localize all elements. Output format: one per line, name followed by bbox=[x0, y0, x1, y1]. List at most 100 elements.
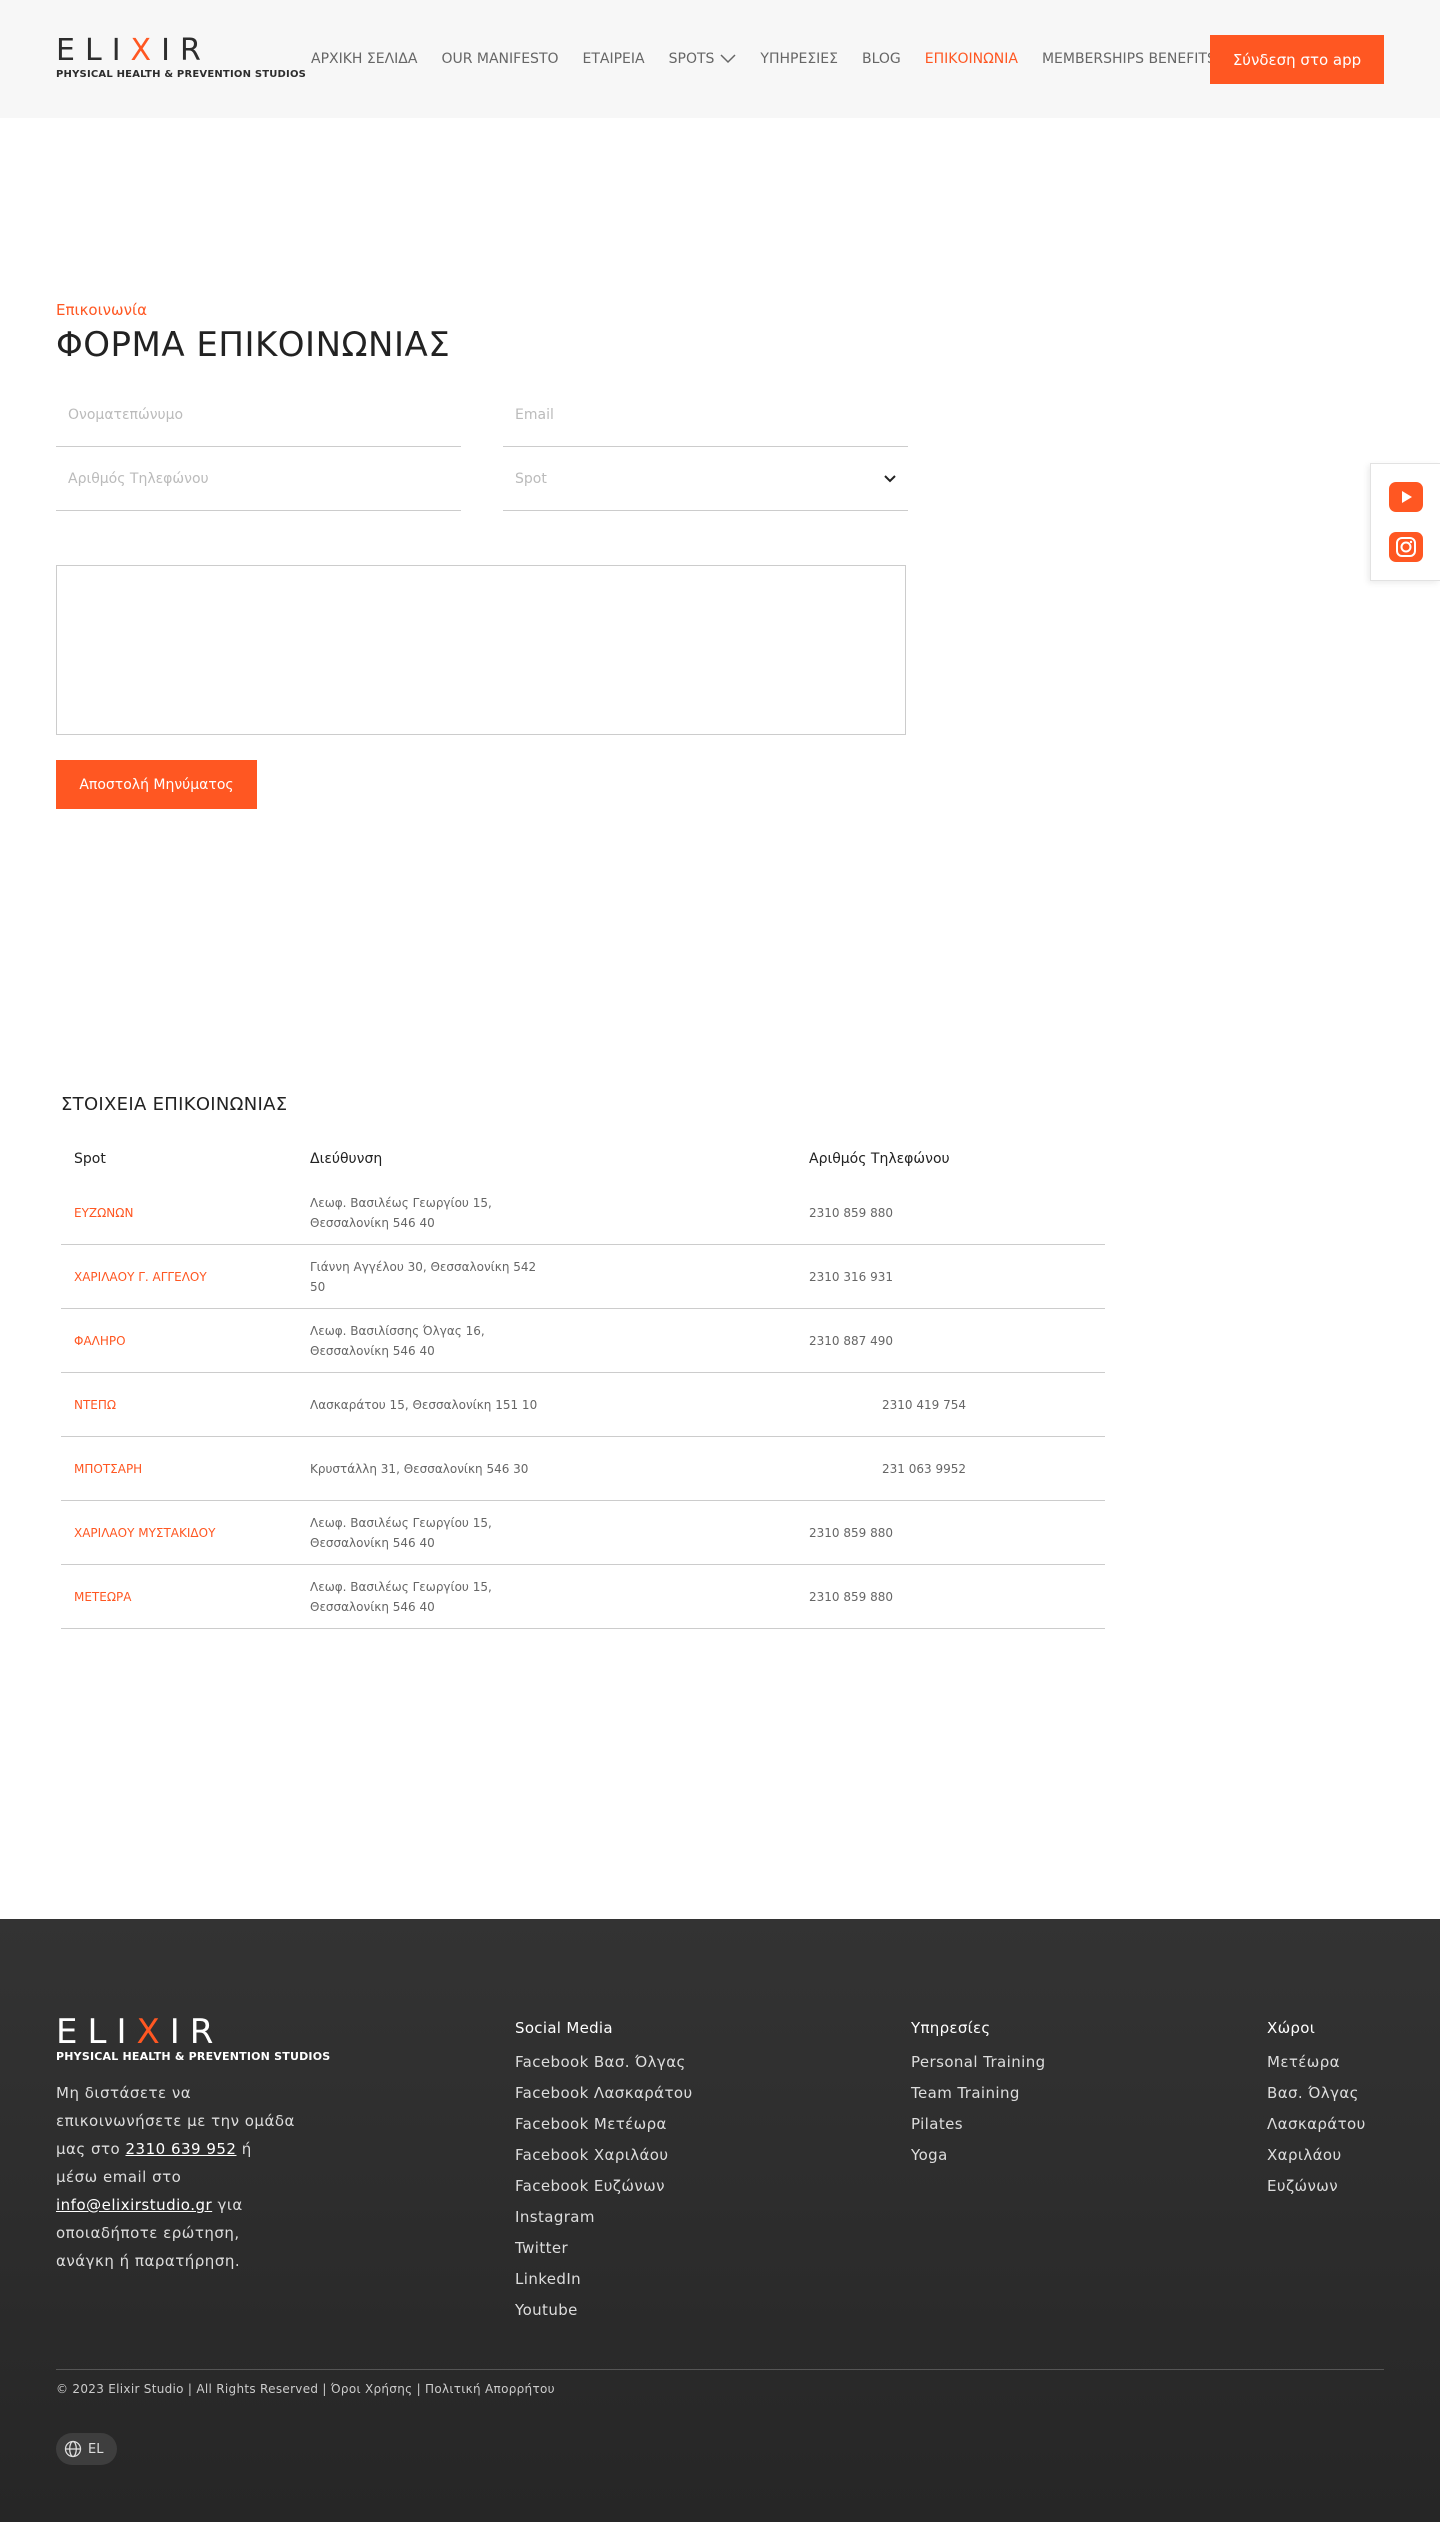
side-social-bar bbox=[1370, 463, 1440, 581]
footer-link[interactable]: Team Training bbox=[911, 2084, 1046, 2102]
footer-link[interactable]: LinkedIn bbox=[515, 2270, 693, 2288]
chevron-down-icon bbox=[884, 474, 896, 482]
email-field[interactable]: Email bbox=[503, 383, 908, 447]
table-row: ΝΤΕΠΩ Λασκαράτου 15, Θεσσαλονίκη 151 10 … bbox=[61, 1373, 1105, 1437]
phone-placeholder: Αριθμός Τηλεφώνου bbox=[68, 470, 209, 487]
table-row: ΕΥΖΩΝΩΝ Λεωφ. Βασιλέως Γεωργίου 15, Θεσσ… bbox=[61, 1181, 1105, 1245]
footer-divider bbox=[56, 2369, 1384, 2370]
footer-logo[interactable]: E L I X I R PHYSICAL HEALTH & PREVENTION… bbox=[56, 2012, 331, 2063]
nav-spots-label: SPOTS bbox=[668, 51, 715, 67]
language-label: EL bbox=[88, 2441, 104, 2457]
main-nav: ΑΡΧΙΚΗ ΣΕΛΙΔΑ OUR MANIFESTO ΕΤΑΙΡΕΙΑ SPO… bbox=[311, 51, 1240, 67]
spot-address: Λεωφ. Βασιλέως Γεωργίου 15, Θεσσαλονίκη … bbox=[310, 1195, 492, 1230]
spot-name[interactable]: ΜΠΟΤΣΑΡΗ bbox=[61, 1462, 310, 1476]
nav-company[interactable]: ΕΤΑΙΡΕΙΑ bbox=[583, 51, 645, 67]
contact-form: Ονοματεπώνυμο Email Αριθμός Τηλεφώνου Sp… bbox=[56, 383, 908, 511]
chevron-down-icon bbox=[720, 54, 736, 64]
footer-link[interactable]: Twitter bbox=[515, 2239, 693, 2257]
table-header: Spot Διεύθυνση Αριθμός Τηλεφώνου bbox=[61, 1137, 1105, 1181]
footer-link[interactable]: Μετέωρα bbox=[1267, 2053, 1366, 2071]
spot-phone: 2310 859 880 bbox=[809, 1589, 893, 1604]
header-address: Διεύθυνση bbox=[310, 1151, 383, 1167]
footer-link[interactable]: Facebook Μετέωρα bbox=[515, 2115, 693, 2133]
nav-spots[interactable]: SPOTS bbox=[669, 51, 737, 67]
logo-wordmark: E L I X I R bbox=[56, 33, 205, 68]
nav-manifesto[interactable]: OUR MANIFESTO bbox=[441, 51, 558, 67]
footer-link[interactable]: Facebook Ευζώνων bbox=[515, 2177, 693, 2195]
footer-link[interactable]: Βασ. Όλγας bbox=[1267, 2084, 1366, 2102]
app-login-button[interactable]: Σύνδεση στο app bbox=[1210, 35, 1384, 84]
spot-phone: 2310 887 490 bbox=[809, 1333, 893, 1348]
footer-link[interactable]: Youtube bbox=[515, 2301, 693, 2319]
footer-social-title: Social Media bbox=[515, 2019, 613, 2037]
footer-link[interactable]: Personal Training bbox=[911, 2053, 1046, 2071]
footer-description: Μη διστάσετε να επικοινωνήσετε με την ομ… bbox=[56, 2084, 295, 2270]
spot-select[interactable]: Spot bbox=[503, 447, 908, 511]
table-row: ΜΕΤΕΩΡΑ Λεωφ. Βασιλέως Γεωργίου 15, Θεσσ… bbox=[61, 1565, 1105, 1629]
globe-icon bbox=[64, 2440, 82, 2458]
spot-phone: 2310 419 754 bbox=[882, 1397, 966, 1412]
spot-name[interactable]: ΜΕΤΕΩΡΑ bbox=[61, 1590, 310, 1604]
spot-address: Λεωφ. Βασιλέως Γεωργίου 15, Θεσσαλονίκη … bbox=[310, 1579, 492, 1614]
spot-phone: 2310 859 880 bbox=[809, 1205, 893, 1220]
youtube-icon[interactable] bbox=[1388, 482, 1423, 512]
spot-name[interactable]: ΧΑΡΙΛΑΟΥ Γ. ΑΓΓΕΛΟΥ bbox=[61, 1270, 310, 1284]
contact-table: Spot Διεύθυνση Αριθμός Τηλεφώνου ΕΥΖΩΝΩΝ… bbox=[61, 1137, 1105, 1629]
logo-tagline: PHYSICAL HEALTH & PREVENTION STUDIOS bbox=[56, 69, 307, 80]
footer-link[interactable]: Facebook Λασκαράτου bbox=[515, 2084, 693, 2102]
phone-field[interactable]: Αριθμός Τηλεφώνου bbox=[56, 447, 461, 511]
page-title: ΦΟΡΜΑ ΕΠΙΚΟΙΝΩΝΙΑΣ bbox=[56, 325, 451, 365]
footer-services-column: Υπηρεσίες Personal Training Team Trainin… bbox=[911, 2019, 1046, 2177]
site-header: E L I X I R PHYSICAL HEALTH & PREVENTION… bbox=[0, 0, 1440, 118]
footer-phone-link[interactable]: 2310 639 952 bbox=[126, 2140, 237, 2158]
spot-placeholder: Spot bbox=[515, 470, 547, 487]
name-field[interactable]: Ονοματεπώνυμο bbox=[56, 383, 461, 447]
spot-name[interactable]: ΝΤΕΠΩ bbox=[61, 1398, 310, 1412]
elixir-logo[interactable]: E L I X I R PHYSICAL HEALTH & PREVENTION… bbox=[56, 33, 307, 81]
footer-services-title: Υπηρεσίες bbox=[911, 2019, 991, 2037]
table-row: ΧΑΡΙΛΑΟΥ Γ. ΑΓΓΕΛΟΥ Γιάννη Αγγέλου 30, Θ… bbox=[61, 1245, 1105, 1309]
spot-name[interactable]: ΕΥΖΩΝΩΝ bbox=[61, 1206, 310, 1220]
table-row: ΜΠΟΤΣΑΡΗ Κρυστάλλη 31, Θεσσαλονίκη 546 3… bbox=[61, 1437, 1105, 1501]
language-switcher[interactable]: EL bbox=[56, 2433, 117, 2465]
spot-phone: 231 063 9952 bbox=[882, 1461, 966, 1476]
spot-address: Λεωφ. Βασιλέως Γεωργίου 15, Θεσσαλονίκη … bbox=[310, 1515, 492, 1550]
nav-blog[interactable]: BLOG bbox=[862, 51, 901, 67]
email-placeholder: Email bbox=[515, 406, 554, 423]
footer-link[interactable]: Pilates bbox=[911, 2115, 1046, 2133]
message-textarea[interactable] bbox=[56, 565, 906, 735]
name-placeholder: Ονοματεπώνυμο bbox=[68, 406, 184, 423]
nav-memberships[interactable]: MEMBERSHIPS BENEFITS bbox=[1042, 51, 1216, 67]
contact-details-title: ΣΤΟΙΧΕΙΑ ΕΠΙΚΟΙΝΩΝΙΑΣ bbox=[61, 1094, 288, 1115]
spot-name[interactable]: ΦΑΛΗΡΟ bbox=[61, 1334, 310, 1348]
nav-home[interactable]: ΑΡΧΙΚΗ ΣΕΛΙΔΑ bbox=[311, 51, 417, 67]
spot-name[interactable]: ΧΑΡΙΛΑΟΥ ΜΥΣΤΑΚΙΔΟΥ bbox=[61, 1526, 310, 1540]
contact-details-section: ΣΤΟΙΧΕΙΑ ΕΠΙΚΟΙΝΩΝΙΑΣ Spot Διεύθυνση Αρι… bbox=[0, 1094, 1440, 1629]
spot-address: Κρυστάλλη 31, Θεσσαλονίκη 546 30 bbox=[310, 1461, 529, 1476]
logo-wordmark: E L I X I R bbox=[56, 2012, 218, 2052]
footer-social-column: Social Media Facebook Βασ. Όλγας Faceboo… bbox=[515, 2019, 693, 2332]
footer-link[interactable]: Χαριλάου bbox=[1267, 2146, 1366, 2164]
spot-phone: 2310 316 931 bbox=[809, 1269, 893, 1284]
copyright: © 2023 Elixir Studio | All Rights Reserv… bbox=[56, 2382, 555, 2396]
spot-phone: 2310 859 880 bbox=[809, 1525, 893, 1540]
submit-button[interactable]: Αποστολή Μηνύματος bbox=[56, 760, 257, 809]
footer-link[interactable]: Ευζώνων bbox=[1267, 2177, 1366, 2195]
footer-link[interactable]: Λασκαράτου bbox=[1267, 2115, 1366, 2133]
footer-link[interactable]: Yoga bbox=[911, 2146, 1046, 2164]
site-footer: E L I X I R PHYSICAL HEALTH & PREVENTION… bbox=[0, 1919, 1440, 2522]
spot-address: Λεωφ. Βασιλίσσης Όλγας 16, Θεσσαλονίκη 5… bbox=[310, 1323, 485, 1358]
spot-address: Λασκαράτου 15, Θεσσαλονίκη 151 10 bbox=[310, 1397, 538, 1412]
table-row: ΦΑΛΗΡΟ Λεωφ. Βασιλίσσης Όλγας 16, Θεσσαλ… bbox=[61, 1309, 1105, 1373]
footer-link[interactable]: Facebook Χαριλάου bbox=[515, 2146, 693, 2164]
footer-email-link[interactable]: info@elixirstudio.gr bbox=[56, 2196, 212, 2214]
footer-link[interactable]: Facebook Βασ. Όλγας bbox=[515, 2053, 693, 2071]
nav-services[interactable]: ΥΠΗΡΕΣΙΕΣ bbox=[760, 51, 838, 67]
contact-form-section: Επικοινωνία ΦΟΡΜΑ ΕΠΙΚΟΙΝΩΝΙΑΣ Ονοματεπώ… bbox=[0, 118, 1440, 809]
header-phone: Αριθμός Τηλεφώνου bbox=[809, 1151, 950, 1167]
footer-link[interactable]: Instagram bbox=[515, 2208, 693, 2226]
table-row: ΧΑΡΙΛΑΟΥ ΜΥΣΤΑΚΙΔΟΥ Λεωφ. Βασιλέως Γεωργ… bbox=[61, 1501, 1105, 1565]
instagram-icon[interactable] bbox=[1388, 532, 1423, 562]
nav-contact[interactable]: ΕΠΙΚΟΙΝΩΝΙΑ bbox=[925, 51, 1018, 67]
logo-tagline: PHYSICAL HEALTH & PREVENTION STUDIOS bbox=[56, 2050, 331, 2063]
